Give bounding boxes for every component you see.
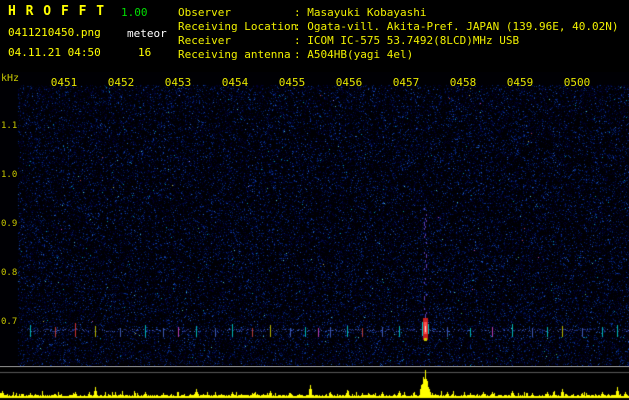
time-label: 0451 (50, 76, 78, 89)
app-title: H R O F F T (8, 4, 106, 19)
info-label: Receiving antenna (178, 48, 291, 61)
freq-label: 0.7 (1, 317, 18, 327)
freq-axis-unit: kHz (1, 73, 20, 84)
time-label: 0500 (563, 76, 591, 89)
spectrogram-canvas (0, 72, 629, 366)
info-label: Receiving Location (178, 20, 298, 33)
freq-label: 1.1 (1, 121, 18, 131)
time-label: 0455 (278, 76, 306, 89)
level-canvas (0, 366, 629, 400)
time-label: 0458 (449, 76, 477, 89)
info-row: Receiving antenna: A504HB(yagi 4el) (178, 48, 619, 62)
time-label: 0456 (335, 76, 363, 89)
freq-label: 0.9 (1, 219, 18, 229)
info-separator: : (294, 48, 308, 61)
time-label: 0457 (392, 76, 420, 89)
info-label: Receiver (178, 34, 231, 47)
info-panel: Observer: Masayuki Kobayashi Receiving Lo… (178, 6, 619, 62)
info-row: Observer: Masayuki Kobayashi (178, 6, 619, 20)
info-label: Observer (178, 6, 231, 19)
freq-label: 0.8 (1, 268, 18, 278)
datetime-label: 04.11.21 04:50 (8, 46, 101, 59)
info-row: Receiving Location: Ogata-vill. Akita-Pr… (178, 20, 619, 34)
freq-label: 1.0 (1, 170, 18, 180)
time-label: 0459 (506, 76, 534, 89)
info-value: A504HB(yagi 4el) (307, 48, 414, 61)
time-label: 0452 (107, 76, 135, 89)
mode-label: meteor (127, 27, 167, 40)
app-version: 1.00 (121, 6, 148, 19)
info-value: Ogata-vill. Akita-Pref. JAPAN (139.96E, … (307, 20, 619, 33)
info-separator: : (294, 20, 308, 33)
info-separator: : (294, 34, 308, 47)
time-label: 0454 (221, 76, 249, 89)
info-value: ICOM IC-575 53.7492(8LCD)MHz USB (307, 34, 520, 47)
info-row: Receiver: ICOM IC-575 53.7492(8LCD)MHz U… (178, 34, 619, 48)
output-filename: 0411210450.png (8, 26, 101, 39)
time-label: 0453 (164, 76, 192, 89)
meteor-count: 16 (138, 46, 152, 59)
info-separator: : (294, 6, 308, 19)
hrofft-screen: H R O F F T 1.00 0411210450.png meteor 0… (0, 0, 629, 400)
info-value: Masayuki Kobayashi (307, 6, 427, 19)
